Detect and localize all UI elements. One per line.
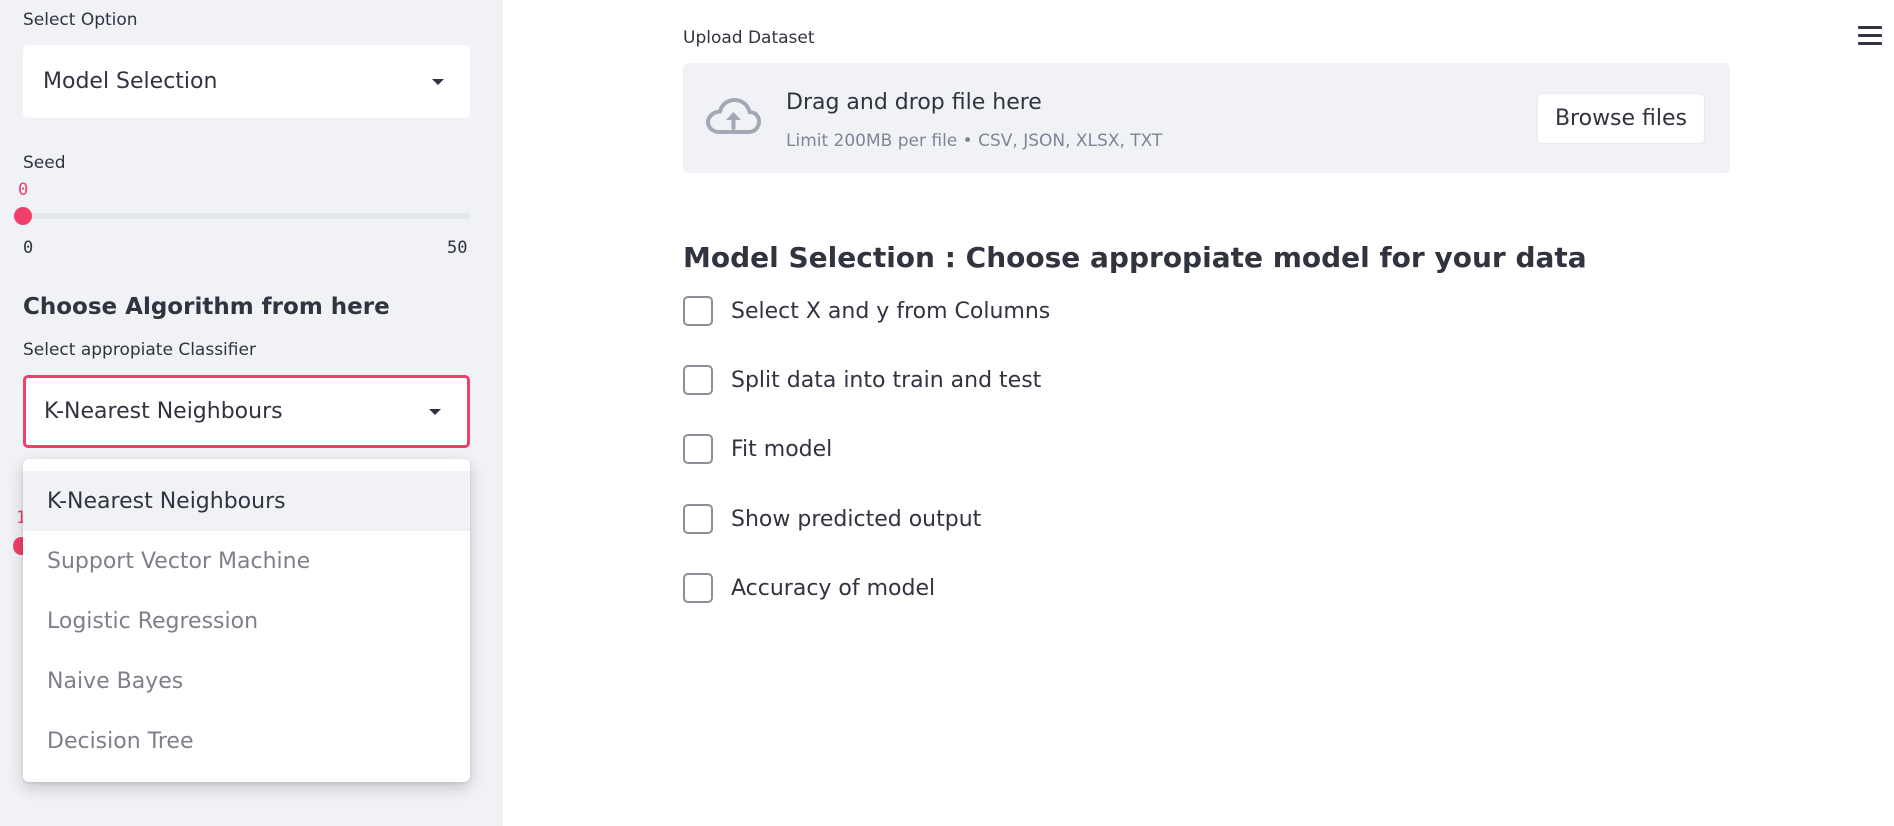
seed-current-value: 0 [18, 180, 29, 200]
classifier-option-decision-tree[interactable]: Decision Tree [23, 711, 470, 771]
algorithm-section-title: Choose Algorithm from here [23, 294, 390, 320]
seed-slider-thumb[interactable] [14, 207, 32, 225]
cloud-upload-icon [706, 98, 761, 134]
checkbox-show-predicted[interactable]: Show predicted output [683, 503, 981, 535]
checkbox-input[interactable] [683, 573, 713, 603]
chevron-down-icon [432, 78, 444, 85]
checkbox-split-data[interactable]: Split data into train and test [683, 364, 1041, 396]
checkbox-input[interactable] [683, 365, 713, 395]
checkbox-label: Select X and y from Columns [731, 298, 1051, 324]
drag-drop-text: Drag and drop file here [786, 90, 1042, 115]
checkbox-input[interactable] [683, 296, 713, 326]
browse-files-button[interactable]: Browse files [1537, 93, 1705, 144]
checkbox-input[interactable] [683, 504, 713, 534]
seed-slider-track[interactable] [23, 213, 470, 219]
upload-limit-text: Limit 200MB per file • CSV, JSON, XLSX, … [786, 131, 1163, 151]
chevron-down-icon [429, 408, 441, 415]
checkbox-label: Accuracy of model [731, 575, 936, 601]
model-selection-heading: Model Selection : Choose appropiate mode… [683, 241, 1587, 274]
select-option-value: Model Selection [43, 69, 218, 94]
select-option-dropdown[interactable]: Model Selection [23, 45, 470, 118]
classifier-option-logistic-regression[interactable]: Logistic Regression [23, 591, 470, 651]
sidebar: Select Option Model Selection Seed 0 0 5… [0, 0, 503, 826]
checkbox-input[interactable] [683, 434, 713, 464]
select-option-label: Select Option [23, 10, 138, 30]
classifier-option-naive-bayes[interactable]: Naive Bayes [23, 651, 470, 711]
seed-min-value: 0 [23, 238, 34, 258]
classifier-options-menu: K-Nearest Neighbours Support Vector Mach… [23, 459, 470, 782]
classifier-option-svm[interactable]: Support Vector Machine [23, 531, 470, 591]
checkbox-accuracy[interactable]: Accuracy of model [683, 572, 935, 604]
seed-max-value: 50 [447, 238, 468, 258]
upload-dataset-label: Upload Dataset [683, 28, 815, 48]
checkbox-select-x-y[interactable]: Select X and y from Columns [683, 295, 1050, 327]
hamburger-menu-icon[interactable] [1858, 26, 1882, 48]
classifier-value: K-Nearest Neighbours [44, 399, 283, 424]
classifier-label: Select appropiate Classifier [23, 340, 256, 360]
file-uploader-dropzone[interactable]: Drag and drop file here Limit 200MB per … [683, 63, 1730, 173]
checkbox-label: Fit model [731, 436, 833, 462]
checkbox-label: Split data into train and test [731, 367, 1042, 393]
seed-label: Seed [23, 153, 66, 173]
checkbox-fit-model[interactable]: Fit model [683, 433, 832, 465]
checkbox-label: Show predicted output [731, 506, 982, 532]
main-content: Upload Dataset Drag and drop file here L… [503, 0, 1894, 826]
classifier-dropdown[interactable]: K-Nearest Neighbours [23, 375, 470, 448]
classifier-option-knn[interactable]: K-Nearest Neighbours [23, 471, 470, 531]
